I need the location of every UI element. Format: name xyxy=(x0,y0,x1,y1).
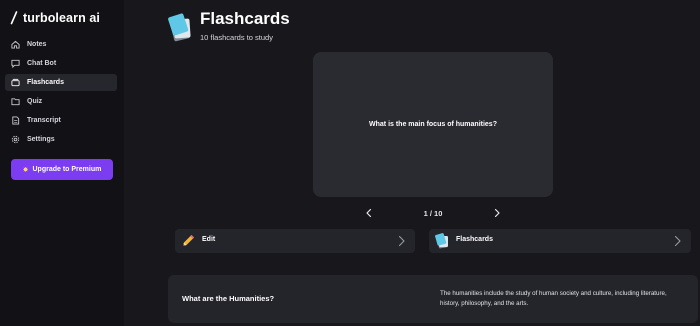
cards-icon xyxy=(11,78,20,87)
flashcard-pager: 1 / 10 xyxy=(363,205,503,221)
page-title: Flashcards xyxy=(200,9,290,28)
sidebar-item-label: Settings xyxy=(27,136,55,143)
flashcard[interactable]: What is the main focus of humanities? xyxy=(313,52,553,197)
page-subtitle: 10 flashcards to study xyxy=(200,33,273,42)
chat-icon xyxy=(11,59,20,68)
sidebar-item-quiz[interactable]: Quiz xyxy=(5,93,117,110)
list-item-question: What are the Humanities? xyxy=(182,294,275,303)
page-counter: 1 / 10 xyxy=(423,208,443,218)
chevron-right-icon[interactable] xyxy=(491,207,503,219)
sidebar-item-label: Transcript xyxy=(27,117,61,124)
flashcards-button[interactable]: Flashcards xyxy=(429,229,691,253)
sidebar-item-label: Chat Bot xyxy=(27,60,57,67)
sidebar: turbolearn ai Notes Chat Bot Flashcards xyxy=(0,0,124,326)
list-item-answer: The humanities include the study of huma… xyxy=(440,290,667,307)
sidebar-item-notes[interactable]: Notes xyxy=(5,36,117,53)
pencil-icon xyxy=(183,235,194,246)
app-name: turbolearn ai xyxy=(23,11,101,25)
chevron-right-icon xyxy=(398,235,405,247)
sidebar-item-flashcards[interactable]: Flashcards xyxy=(5,74,117,91)
sidebar-nav: Notes Chat Bot Flashcards Quiz Transcrip… xyxy=(5,36,117,150)
document-icon xyxy=(12,116,20,125)
upgrade-premium-button[interactable]: ✸ Upgrade to Premium xyxy=(11,159,113,180)
flashcard-question: What is the main focus of humanities? xyxy=(369,121,497,128)
sparkle-icon: ✸ xyxy=(22,166,29,174)
edit-button[interactable]: Edit xyxy=(175,229,415,253)
flashcards-stack-icon xyxy=(168,13,191,42)
sidebar-item-chat-bot[interactable]: Chat Bot xyxy=(5,55,117,72)
sidebar-item-transcript[interactable]: Transcript xyxy=(5,112,117,129)
folder-icon xyxy=(11,98,20,106)
sidebar-item-label: Flashcards xyxy=(27,79,64,86)
flashcard-list-item[interactable]: What are the Humanities? The humanities … xyxy=(168,275,698,323)
flashcards-label: Flashcards xyxy=(456,236,493,243)
sidebar-item-settings[interactable]: Settings xyxy=(5,131,117,148)
flashcards-stack-icon xyxy=(435,233,448,249)
home-icon xyxy=(11,40,20,49)
app-logo[interactable]: turbolearn ai xyxy=(10,10,100,26)
edit-label: Edit xyxy=(202,236,216,243)
chevron-right-icon xyxy=(674,235,681,247)
logo-slash-icon xyxy=(10,11,18,25)
gear-icon xyxy=(11,135,20,144)
sidebar-item-label: Quiz xyxy=(27,98,43,105)
sidebar-item-label: Notes xyxy=(27,41,47,48)
chevron-left-icon[interactable] xyxy=(363,207,375,219)
upgrade-label: Upgrade to Premium xyxy=(32,166,102,173)
